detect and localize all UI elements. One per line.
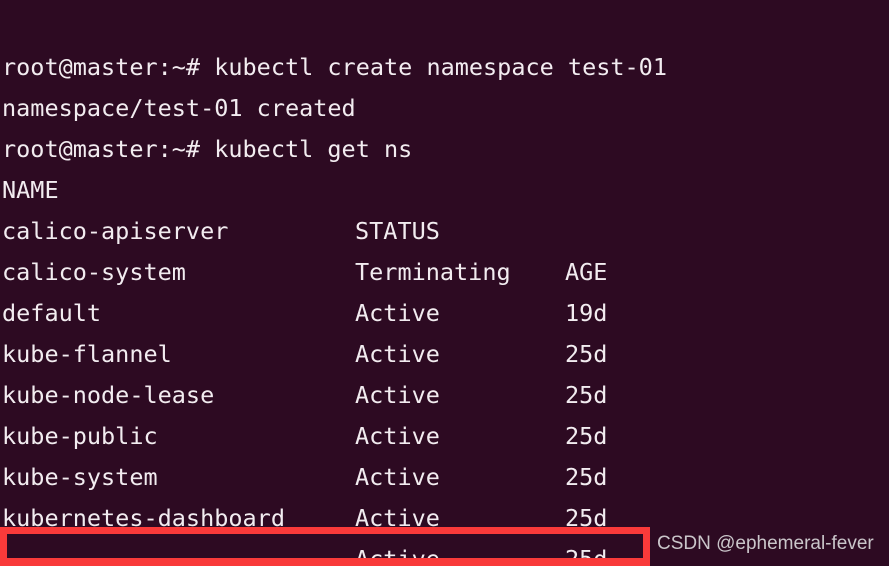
table-row: calico-apiserver Terminating 19d (0, 170, 889, 327)
table-row: kube-system Active 25d (0, 416, 889, 566)
table-row: kube-flannel Active 25d (0, 293, 889, 450)
table-row: kubernetes-dashboard Active 24d (0, 457, 889, 566)
terminal-line-output-created: namespace/test-01 created (0, 47, 889, 122)
table-row: kube-public Active 25d (0, 375, 889, 532)
terminal-line-command-create: root@master:~# kubectl create namespace … (0, 6, 889, 81)
table-row: kube-node-lease Active 25d (0, 334, 889, 491)
table-row: calico-system Active 25d (0, 211, 889, 368)
terminal-output-area: root@master:~# kubectl create namespace … (0, 0, 889, 566)
watermark-text: CSDN @ephemeral-fever (657, 533, 874, 554)
terminal-window[interactable]: root@master:~# kubectl create namespace … (0, 0, 889, 566)
table-header-row: NAME STATUS AGE (0, 129, 889, 286)
table-row: default Active 25d (0, 252, 889, 409)
terminal-line-command-get-ns: root@master:~# kubectl get ns (0, 88, 889, 163)
